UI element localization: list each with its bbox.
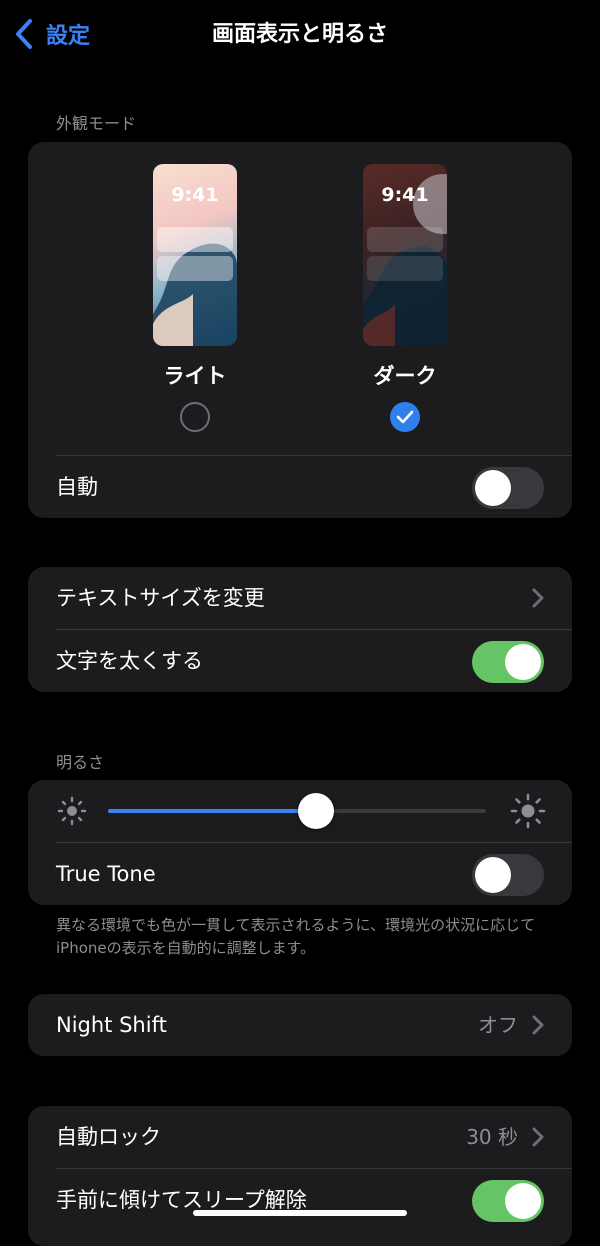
brightness-card: True Tone [28,780,572,905]
notification-placeholder [157,256,233,281]
toggle-knob [505,644,541,680]
notification-placeholder [157,227,233,252]
true-tone-toggle[interactable] [472,854,544,896]
brightness-slider-knob[interactable] [297,793,334,829]
automatic-toggle[interactable] [472,467,544,509]
brightness-slider[interactable] [108,793,486,829]
light-mode-radio[interactable] [180,402,210,432]
night-shift-card: Night Shift オフ [28,994,572,1056]
sun-small-icon [57,796,87,826]
light-preview-time: 9:41 [171,184,219,206]
page-title: 画面表示と明るさ [211,22,388,47]
dark-mode-label: ダーク [373,364,437,388]
appearance-section-header: 外観モード [56,114,137,133]
light-mode-option[interactable]: 9:41 ライト [153,164,237,432]
bold-text-toggle[interactable] [472,641,544,683]
notification-placeholder [367,256,443,281]
true-tone-row: True Tone [28,843,572,905]
raise-to-wake-row: 手前に傾けてスリープ解除 [28,1169,572,1231]
appearance-card: 9:41 ライト 9:41 ダーク 自動 [28,142,572,518]
lock-card: 自動ロック 30 秒 手前に傾けてスリープ解除 [28,1106,572,1246]
true-tone-footnote: 異なる環境でも色が一貫して表示されるように、環境光の状況に応じてiPhoneの表… [56,916,536,957]
navigation-bar: 設定 画面表示と明るさ [0,0,600,70]
chevron-right-icon [532,1015,544,1035]
dark-mode-option[interactable]: 9:41 ダーク [363,164,447,432]
night-shift-value: オフ [478,1013,518,1037]
light-mode-preview: 9:41 [153,164,237,346]
dark-preview-time: 9:41 [381,184,429,206]
dark-mode-radio[interactable] [390,402,420,432]
toggle-knob [475,857,511,893]
home-indicator [193,1210,407,1216]
brightness-slider-row [28,780,572,842]
bold-text-row: 文字を太くする [28,630,572,692]
raise-to-wake-toggle[interactable] [472,1180,544,1222]
dark-mode-preview: 9:41 [363,164,447,346]
chevron-right-icon [532,588,544,608]
text-card: テキストサイズを変更 文字を太くする [28,567,572,692]
sun-large-icon [510,793,546,829]
automatic-row: 自動 [28,456,572,518]
automatic-label: 自動 [56,475,98,499]
night-shift-label: Night Shift [56,1013,167,1037]
toggle-knob [475,470,511,506]
text-size-row[interactable]: テキストサイズを変更 [28,567,572,629]
night-shift-row[interactable]: Night Shift オフ [28,994,572,1056]
brightness-section-header: 明るさ [56,753,105,772]
light-mode-label: ライト [163,364,227,388]
brightness-slider-fill [108,809,316,813]
toggle-knob [505,1183,541,1219]
chevron-right-icon [532,1127,544,1147]
text-size-label: テキストサイズを変更 [56,586,265,610]
bold-text-label: 文字を太くする [56,649,203,673]
auto-lock-value: 30 秒 [466,1125,518,1149]
raise-to-wake-label: 手前に傾けてスリープ解除 [56,1188,307,1212]
notification-placeholder [367,227,443,252]
auto-lock-label: 自動ロック [56,1125,161,1149]
auto-lock-row[interactable]: 自動ロック 30 秒 [28,1106,572,1168]
true-tone-label: True Tone [56,862,156,886]
checkmark-icon [396,410,414,424]
